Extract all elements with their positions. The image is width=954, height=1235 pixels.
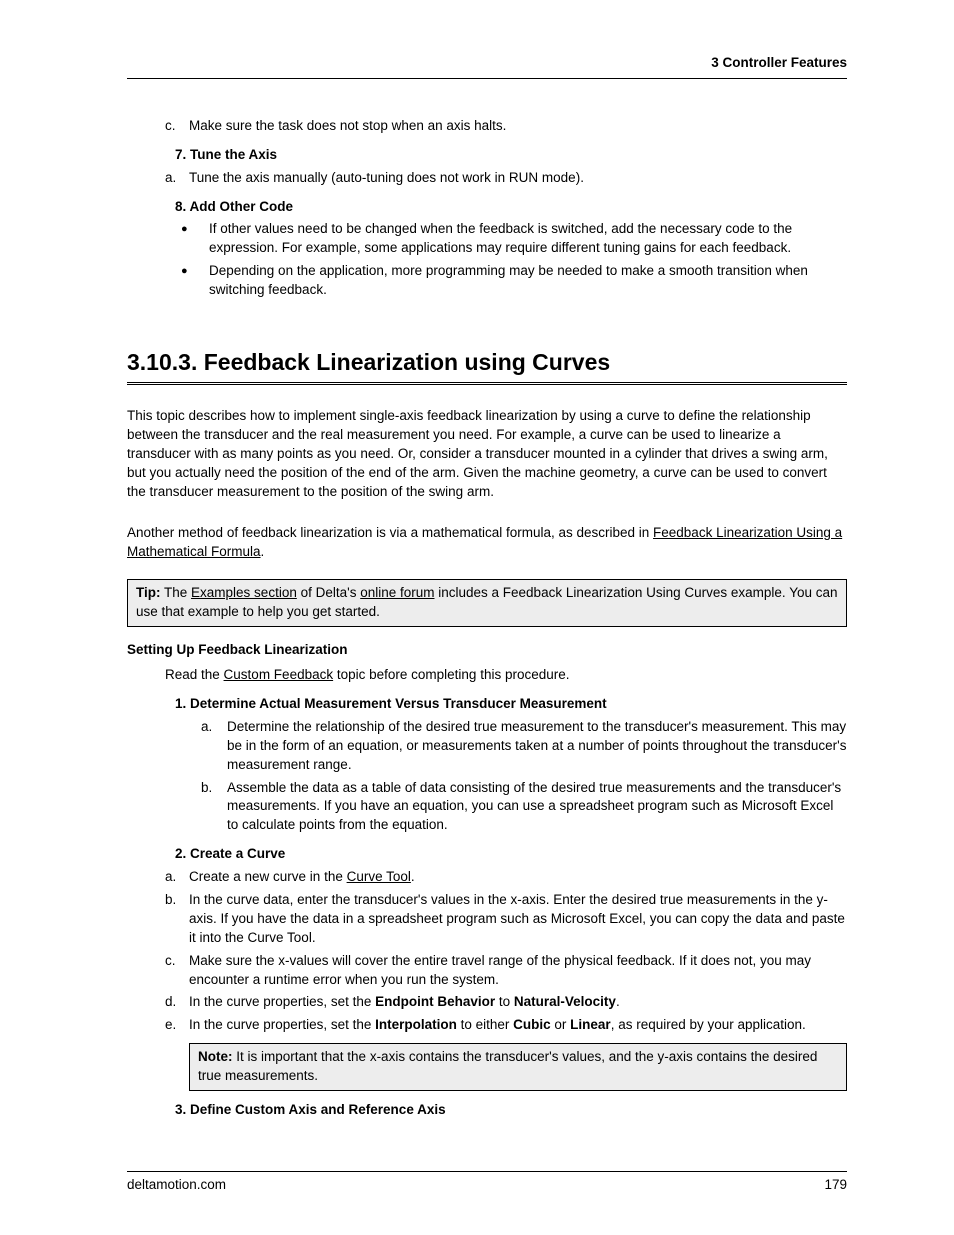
bold-text: Cubic [513, 1017, 551, 1032]
tip-label: Tip: [136, 585, 161, 600]
text: topic before completing this procedure. [333, 667, 569, 682]
list-item: b. In the curve data, enter the transduc… [165, 891, 847, 948]
text: . [261, 544, 265, 559]
step-heading-1: 1. Determine Actual Measurement Versus T… [175, 695, 847, 714]
item-text: Make sure the x-values will cover the en… [189, 952, 847, 990]
note-label: Note: [198, 1049, 233, 1064]
footer-page-number: 179 [824, 1176, 847, 1195]
text: Another method of feedback linearization… [127, 525, 653, 540]
bullet-item: ● If other values need to be changed whe… [181, 220, 847, 258]
text: Read the [165, 667, 224, 682]
note-text: It is important that the x-axis contains… [198, 1049, 817, 1083]
item-marker: c. [165, 117, 189, 136]
item-marker: b. [165, 891, 189, 948]
item-marker: b. [201, 779, 227, 836]
item-text: Tune the axis manually (auto-tuning does… [189, 169, 847, 188]
tip-box: Tip: The Examples section of Delta's onl… [127, 579, 847, 627]
bold-text: Interpolation [375, 1017, 457, 1032]
list-item: e. In the curve properties, set the Inte… [165, 1016, 847, 1035]
text: , as required by your application. [611, 1017, 806, 1032]
note-box: Note: It is important that the x-axis co… [189, 1043, 847, 1091]
list-item: a. Determine the relationship of the des… [201, 718, 847, 775]
text: The [161, 585, 192, 600]
section-title: 3.10.3. Feedback Linearization using Cur… [127, 346, 847, 385]
item-text: In the curve data, enter the transducer'… [189, 891, 847, 948]
paragraph: Another method of feedback linearization… [127, 524, 847, 562]
item-text: Make sure the task does not stop when an… [189, 117, 847, 136]
page-content: c. Make sure the task does not stop when… [127, 117, 847, 1120]
item-marker: d. [165, 993, 189, 1012]
bullet-icon: ● [181, 220, 209, 258]
text: . [411, 869, 415, 884]
text: or [551, 1017, 571, 1032]
item-text: In the curve properties, set the Interpo… [189, 1016, 847, 1035]
paragraph: Read the Custom Feedback topic before co… [165, 666, 847, 685]
list-item: d. In the curve properties, set the Endp… [165, 993, 847, 1012]
paragraph: This topic describes how to implement si… [127, 407, 847, 501]
item-marker: a. [201, 718, 227, 775]
step-heading-2: 2. Create a Curve [175, 845, 847, 864]
bold-text: Endpoint Behavior [375, 994, 495, 1009]
link-curve-tool[interactable]: Curve Tool [347, 869, 411, 884]
text: . [616, 994, 620, 1009]
link-custom-feedback[interactable]: Custom Feedback [224, 667, 334, 682]
step-heading-7: 7. Tune the Axis [175, 146, 847, 165]
page-footer: deltamotion.com 179 [127, 1171, 847, 1195]
footer-left: deltamotion.com [127, 1176, 226, 1195]
text: In the curve properties, set the [189, 1017, 375, 1032]
header-text: 3 Controller Features [711, 55, 847, 70]
bullet-text: If other values need to be changed when … [209, 220, 847, 258]
step-heading-8: 8. Add Other Code [175, 198, 847, 217]
list-item: a. Create a new curve in the Curve Tool. [165, 868, 847, 887]
text: to [495, 994, 514, 1009]
item-text: Create a new curve in the Curve Tool. [189, 868, 847, 887]
text: In the curve properties, set the [189, 994, 375, 1009]
list-item: c. Make sure the x-values will cover the… [165, 952, 847, 990]
bold-text: Linear [570, 1017, 611, 1032]
list-item: c. Make sure the task does not stop when… [165, 117, 847, 136]
list-item: a. Tune the axis manually (auto-tuning d… [165, 169, 847, 188]
text: to either [457, 1017, 513, 1032]
item-text: In the curve properties, set the Endpoin… [189, 993, 847, 1012]
item-marker: a. [165, 169, 189, 188]
document-page: 3 Controller Features c. Make sure the t… [0, 0, 954, 1235]
subheading: Setting Up Feedback Linearization [127, 641, 847, 660]
bullet-icon: ● [181, 262, 209, 300]
link-online-forum[interactable]: online forum [360, 585, 434, 600]
item-marker: a. [165, 868, 189, 887]
text: Create a new curve in the [189, 869, 347, 884]
item-marker: e. [165, 1016, 189, 1035]
link-examples-section[interactable]: Examples section [191, 585, 297, 600]
bullet-item: ● Depending on the application, more pro… [181, 262, 847, 300]
page-header: 3 Controller Features [127, 54, 847, 79]
bullet-text: Depending on the application, more progr… [209, 262, 847, 300]
bold-text: Natural-Velocity [514, 994, 616, 1009]
step-heading-3: 3. Define Custom Axis and Reference Axis [175, 1101, 847, 1120]
list-item: b. Assemble the data as a table of data … [201, 779, 847, 836]
text: of Delta's [297, 585, 360, 600]
item-text: Determine the relationship of the desire… [227, 718, 847, 775]
item-marker: c. [165, 952, 189, 990]
item-text: Assemble the data as a table of data con… [227, 779, 847, 836]
